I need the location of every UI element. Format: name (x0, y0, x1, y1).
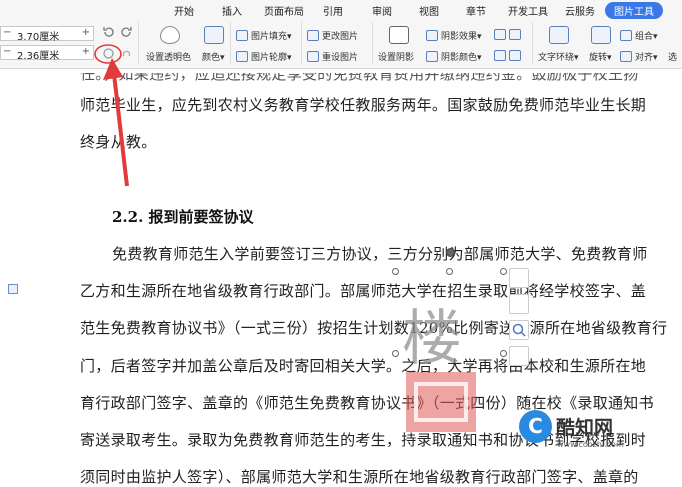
resize-handle[interactable] (500, 268, 507, 275)
text-wrap-button[interactable]: 文字环绕▾ (538, 50, 579, 63)
group-button[interactable]: 组合▾ (620, 29, 658, 42)
tab-home[interactable]: 开始 (174, 3, 194, 18)
shadow-icon[interactable] (389, 26, 409, 44)
tab-insert[interactable]: 插入 (222, 3, 242, 18)
tab-page-layout[interactable]: 页面布局 (264, 3, 304, 18)
selected-picture[interactable]: 楼 (396, 272, 504, 454)
change-picture-icon (307, 30, 319, 41)
text-line: 育行政部门签字、盖章的《师范生免费教育协议书》（一式四份）随在校《录取通知书 (80, 394, 654, 412)
select-pane-button[interactable]: 选 (668, 50, 677, 63)
resize-handle[interactable] (446, 268, 453, 275)
ribbon-tabs: 开始 插入 页面布局 引用 审阅 视图 章节 开发工具 云服务 图片工具 (0, 0, 682, 20)
group-icon (620, 30, 632, 41)
paragraph-marker-icon[interactable] (8, 284, 18, 294)
tab-chapter[interactable]: 章节 (466, 3, 486, 18)
float-more-button[interactable] (509, 346, 529, 366)
shadow-color-button[interactable]: 阴影颜色▾ (426, 50, 482, 63)
width-input[interactable]: − 2.36厘米 + (0, 45, 94, 62)
height-increase-button[interactable]: + (82, 27, 90, 38)
width-value: 2.36厘米 (17, 51, 60, 62)
width-decrease-button[interactable]: − (3, 46, 11, 57)
tab-references[interactable]: 引用 (323, 3, 343, 18)
picture-color-icon[interactable] (204, 26, 224, 44)
site-logo-icon: C (519, 410, 552, 443)
rotate-handle[interactable] (446, 248, 455, 257)
text-line: 师范毕业生，应先到农村义务教育学校任教服务两年。国家鼓励免费师范毕业生长期 (80, 96, 647, 114)
float-crop-button[interactable] (509, 294, 529, 314)
height-input[interactable]: − 3.70厘米 + (0, 26, 94, 43)
shadow-nudge-icon[interactable] (494, 50, 524, 62)
shadow-color-icon (426, 51, 438, 62)
reset-picture-button[interactable]: 重设图片 (307, 50, 358, 63)
separator (230, 22, 231, 64)
picture-outline-icon (236, 51, 248, 62)
height-decrease-button[interactable]: − (3, 27, 11, 38)
resize-handle[interactable] (392, 268, 399, 275)
width-increase-button[interactable]: + (82, 46, 90, 57)
text-line: 免费教育师范生入学前要签订三方协议，三方分别为部属师范大学、免费教育师 (112, 245, 648, 263)
reset-picture-icon (307, 51, 319, 62)
shadow-nudge-icon[interactable] (494, 29, 524, 41)
text-line: 门，后者签字并加盖公章后及时寄回相关大学。之后，大学再将由本校和生源所在地 (80, 357, 647, 375)
picture-glyph: 楼 (402, 304, 462, 374)
float-zoom-button[interactable] (509, 320, 529, 340)
resize-handle[interactable] (392, 350, 399, 357)
section-heading: 2.2. 报到前要签协议 (112, 208, 254, 226)
tab-picture-tools[interactable]: 图片工具 (605, 2, 663, 19)
color-button[interactable]: 颜色▾ (202, 50, 225, 63)
picture-outline-button[interactable]: 图片轮廓▾ (236, 50, 292, 63)
separator (372, 22, 373, 64)
set-transparent-color-button[interactable]: 设置透明色 (146, 50, 191, 63)
resize-handle[interactable] (500, 350, 507, 357)
align-button[interactable]: 对齐▾ (620, 50, 658, 63)
text-line: 范生免费教育协议书》（一式三份）按招生计划数120%比例寄送生源所在地省级教育行 (80, 319, 668, 337)
separator (532, 22, 533, 64)
picture-fill-icon (236, 30, 248, 41)
tab-developer[interactable]: 开发工具 (508, 3, 548, 18)
picture-fill-button[interactable]: 图片填充▾ (236, 29, 292, 42)
shadow-effect-button[interactable]: 阴影效果▾ (426, 29, 482, 42)
site-url: www.coozhi.com (557, 440, 624, 449)
rotate-button[interactable]: 旋转▾ (589, 50, 612, 63)
separator (301, 22, 302, 64)
change-picture-button[interactable]: 更改图片 (307, 29, 358, 42)
text-wrap-icon[interactable] (549, 26, 569, 44)
float-layout-button[interactable] (509, 268, 529, 288)
shadow-effect-icon (426, 30, 438, 41)
site-watermark: 酷知网 (556, 417, 614, 439)
text-line: 乙方和生源所在地省级教育行政部门。部属师范大学在招生录取前将经学校签字、盖 (80, 282, 647, 300)
rotate-icon[interactable] (591, 26, 611, 44)
transparent-color-icon[interactable] (160, 26, 180, 44)
set-shadow-button[interactable]: 设置阴影 (378, 50, 414, 63)
align-icon (620, 51, 632, 62)
height-value: 3.70厘米 (17, 32, 60, 43)
tab-cloud[interactable]: 云服务 (565, 3, 595, 18)
text-line: 须同时由监护人签字）、部属师范大学和生源所在地省级教育行政部门签字、盖章的 (80, 468, 639, 486)
annotation-arrow-icon (94, 44, 129, 187)
zoom-icon (512, 323, 526, 337)
tab-review[interactable]: 审阅 (372, 3, 392, 18)
tab-view[interactable]: 视图 (419, 3, 439, 18)
